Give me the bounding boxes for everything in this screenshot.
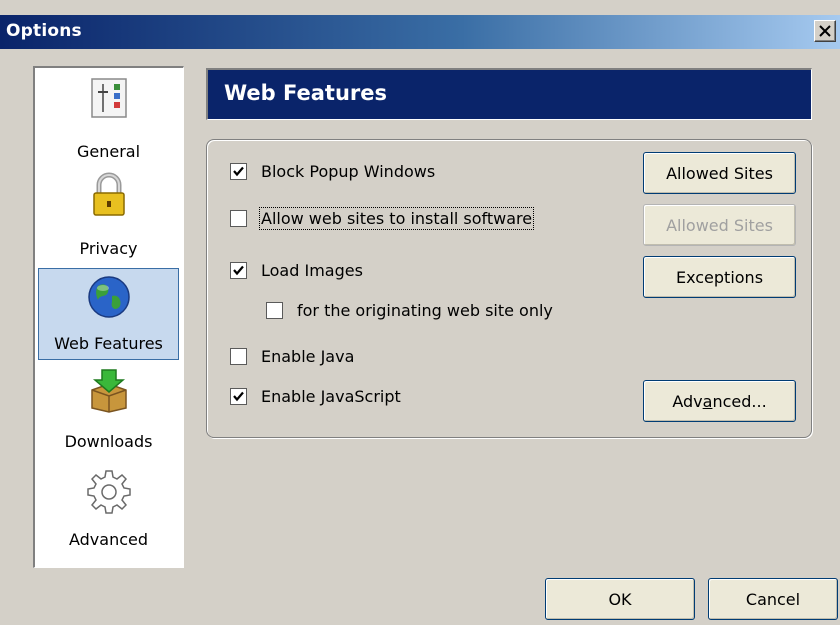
- options-dialog: Options General Privacy Web Features Dow…: [0, 0, 840, 625]
- checkbox-box[interactable]: [230, 163, 247, 180]
- checkbox-label: for the originating web site only: [297, 301, 553, 320]
- window-title: Options: [6, 21, 82, 41]
- checkbox-box[interactable]: [230, 210, 247, 227]
- checkbox-box[interactable]: [266, 302, 283, 319]
- checkbox-box[interactable]: [230, 348, 247, 365]
- panel-header: Web Features: [206, 68, 812, 120]
- enable-java-checkbox[interactable]: Enable Java: [230, 347, 354, 366]
- install-allowed-sites-button[interactable]: Allowed Sites: [643, 204, 796, 246]
- checkbox-label: Enable Java: [261, 347, 355, 366]
- checkbox-box[interactable]: [230, 388, 247, 405]
- originating-site-checkbox[interactable]: for the originating web site only: [266, 301, 553, 320]
- download-box-icon: [90, 369, 127, 413]
- checkbox-box[interactable]: [230, 262, 247, 279]
- button-label: Advanced...: [672, 391, 767, 411]
- general-icon: [90, 78, 127, 118]
- sidebar-item-label: Privacy: [79, 239, 138, 258]
- sidebar-item-label: General: [76, 142, 141, 161]
- globe-icon: [87, 276, 130, 318]
- ok-button[interactable]: OK: [545, 578, 695, 620]
- checkbox-label: Allow web sites to install software: [258, 207, 535, 230]
- title-bar[interactable]: Options: [0, 15, 840, 49]
- sidebar-item-downloads[interactable]: Downloads: [38, 366, 179, 458]
- cancel-button[interactable]: Cancel: [708, 578, 838, 620]
- sidebar-item-label: Advanced: [68, 530, 149, 549]
- checkbox-label: Enable JavaScript: [261, 387, 401, 406]
- close-icon: [819, 25, 831, 37]
- sidebar-item-label: Downloads: [64, 432, 153, 451]
- checkmark-icon: [233, 391, 244, 402]
- sidebar-item-label: Web Features: [54, 334, 163, 353]
- checkbox-label: Block Popup Windows: [261, 162, 436, 181]
- popup-allowed-sites-button[interactable]: Allowed Sites: [643, 152, 796, 194]
- checkmark-icon: [233, 166, 244, 177]
- sidebar-item-privacy[interactable]: Privacy: [38, 171, 179, 263]
- allow-install-checkbox[interactable]: Allow web sites to install software: [230, 207, 535, 230]
- enable-javascript-checkbox[interactable]: Enable JavaScript: [230, 387, 401, 406]
- checkmark-icon: [233, 265, 244, 276]
- image-exceptions-button[interactable]: Exceptions: [643, 256, 796, 298]
- close-button[interactable]: [814, 20, 836, 42]
- lock-icon: [92, 172, 125, 216]
- category-sidebar: General Privacy Web Features Downloads A…: [33, 66, 184, 568]
- panel-title: Web Features: [224, 81, 387, 105]
- load-images-checkbox[interactable]: Load Images: [230, 261, 363, 280]
- javascript-advanced-button[interactable]: Advanced...: [643, 380, 796, 422]
- sidebar-item-web-features[interactable]: Web Features: [38, 268, 179, 360]
- sidebar-item-advanced[interactable]: Advanced: [38, 466, 179, 558]
- checkbox-label: Load Images: [261, 261, 363, 280]
- block-popups-checkbox[interactable]: Block Popup Windows: [230, 162, 435, 181]
- gear-icon: [86, 470, 131, 514]
- sidebar-item-general[interactable]: General: [38, 74, 179, 166]
